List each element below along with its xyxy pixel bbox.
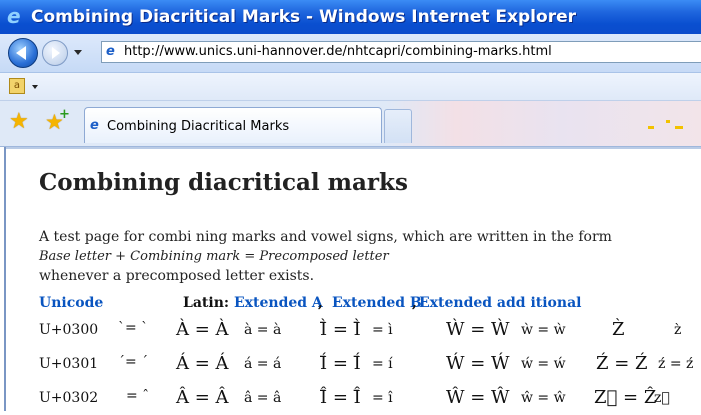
- back-arrow-icon: [16, 46, 26, 60]
- link-extended-a[interactable]: Extended A: [234, 295, 323, 311]
- unicode-code: U+0302: [39, 390, 99, 406]
- char-pair: = í: [372, 356, 393, 372]
- char-pair: ŵ = ŵ: [521, 390, 566, 406]
- char-pair: Î̄ = Î̄: [320, 387, 361, 408]
- intro-text-end: whenever a precomposed letter exists.: [39, 268, 315, 284]
- intro-text: A test page for combi ning marks and vow…: [39, 229, 612, 245]
- link-separator: ,: [318, 295, 323, 311]
- command-bar: a: [0, 73, 701, 101]
- char-pair: z̀: [674, 322, 682, 338]
- content-border: [6, 147, 701, 149]
- char-pair: ẁ = ẁ: [521, 322, 566, 338]
- table-row: U+0300 `= ` À = À à = à Ì̄ = Ì̄ = ì Ẁ = …: [6, 319, 701, 347]
- char-pair: Ẁ = Ẁ: [446, 319, 510, 340]
- window-title: Combining Diacritical Marks - Windows In…: [31, 7, 576, 27]
- add-favorite-plus-icon: +: [59, 107, 70, 122]
- latin-label: Latin:: [183, 295, 230, 311]
- char-pair: Ì̄ = Ì̄: [320, 319, 361, 340]
- table-row: U+0301 ´= ´ Á = Á á = á Í̄ = Í̄ = í Ẃ = …: [6, 353, 701, 381]
- char-pair: â = â: [244, 390, 282, 406]
- char-pair: ẃ = ẃ: [521, 356, 566, 372]
- unicode-code: U+0300: [39, 322, 99, 338]
- char-pair: ź = ź: [658, 356, 694, 372]
- char-pair: á = á: [244, 356, 282, 372]
- link-separator: ,: [412, 295, 417, 311]
- internet-explorer-icon: e: [7, 4, 21, 28]
- char-pair: à = à: [244, 322, 282, 338]
- char-pair: = ì: [372, 322, 393, 338]
- toolbar-decoration: [648, 120, 688, 130]
- address-url[interactable]: http://www.unics.uni-hannover.de/nhtcapr…: [124, 44, 552, 59]
- char-pair: Z̀: [612, 319, 625, 340]
- unicode-code: U+0301: [39, 356, 99, 372]
- translate-dropdown[interactable]: [32, 85, 38, 89]
- combining-mark: ´= ´: [118, 354, 149, 370]
- page-icon: e: [90, 118, 99, 133]
- title-bar: e Combining Diacritical Marks - Windows …: [0, 0, 701, 34]
- char-pair: Á = Á: [176, 353, 229, 374]
- forward-arrow-icon: [52, 47, 60, 59]
- page-title: Combining diacritical marks: [39, 169, 408, 196]
- forward-button[interactable]: [42, 40, 68, 66]
- char-pair: Ẃ = Ẃ: [446, 353, 510, 374]
- char-pair: = î: [372, 390, 393, 406]
- char-pair: Z⃞ = Ẑ: [594, 387, 657, 408]
- char-pair: Í̄ = Í̄: [320, 353, 361, 374]
- translate-icon[interactable]: a: [9, 78, 25, 94]
- tab-row: ★ ★ + e Combining Diacritical Marks: [0, 101, 701, 147]
- intro-formula: Base letter + Combining mark = Precompos…: [39, 249, 389, 264]
- char-pair: À = À: [176, 319, 229, 340]
- char-pair: Â = Â: [176, 387, 229, 408]
- recent-pages-dropdown[interactable]: [74, 50, 82, 55]
- page-icon: e: [106, 44, 115, 59]
- navigation-bar: e http://www.unics.uni-hannover.de/nhtca…: [0, 34, 701, 73]
- tab-combining-marks[interactable]: e Combining Diacritical Marks: [84, 107, 382, 143]
- tab-label: Combining Diacritical Marks: [107, 119, 290, 134]
- link-unicode[interactable]: Unicode: [39, 295, 103, 311]
- section-links: Unicode Latin: Extended A , Extended B ,…: [39, 295, 701, 315]
- address-bar[interactable]: e http://www.unics.uni-hannover.de/nhtca…: [101, 41, 701, 63]
- combining-mark: = ˆ: [126, 388, 150, 404]
- new-tab-button[interactable]: [384, 109, 412, 143]
- page-content: Combining diacritical marks A test page …: [4, 147, 701, 411]
- link-extended-additional[interactable]: Extended add itional: [419, 295, 581, 311]
- char-pair: Ŵ = Ŵ: [446, 387, 510, 408]
- char-pair: Ź = Ź: [596, 353, 648, 374]
- favorites-star-icon[interactable]: ★: [9, 111, 29, 133]
- combining-mark: `= `: [118, 320, 149, 336]
- char-pair: z⃞: [654, 390, 670, 406]
- link-extended-b[interactable]: Extended B: [332, 295, 422, 311]
- back-button[interactable]: [8, 38, 38, 68]
